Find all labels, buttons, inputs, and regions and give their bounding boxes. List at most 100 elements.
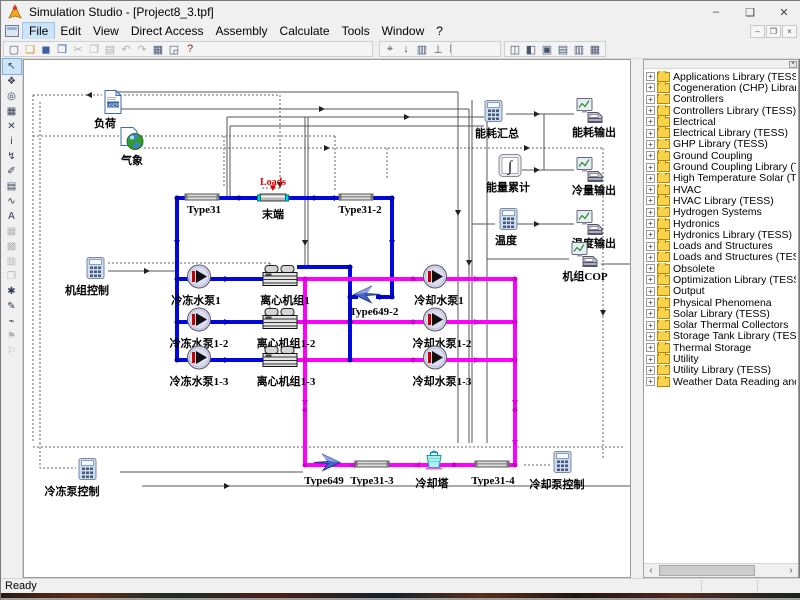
arrange-icon[interactable]: ▣: [539, 42, 555, 56]
tree-item-obsolete[interactable]: +Obsolete: [646, 263, 796, 274]
tree-item-hvac[interactable]: +HVAC: [646, 184, 796, 195]
menu-tools[interactable]: Tools: [336, 23, 376, 39]
cut-icon[interactable]: ✂: [70, 42, 86, 56]
link-tool[interactable]: ↯: [3, 149, 21, 164]
save-icon[interactable]: ◼: [38, 42, 54, 56]
expand-plus-icon[interactable]: +: [646, 174, 655, 183]
split-icon[interactable]: ▥: [571, 42, 587, 56]
print-icon[interactable]: ▦: [150, 42, 166, 56]
expand-plus-icon[interactable]: +: [646, 309, 655, 318]
info-tool[interactable]: i: [3, 134, 21, 149]
expand-plus-icon[interactable]: +: [646, 140, 655, 149]
layers-tool[interactable]: ▥: [3, 254, 21, 269]
component-cw-pump-1-3[interactable]: [421, 344, 449, 377]
tree-item-hydronics-library-tess[interactable]: +Hydronics Library (TESS): [646, 229, 796, 240]
gear-tool[interactable]: ✱: [3, 284, 21, 299]
expand-plus-icon[interactable]: +: [646, 366, 655, 375]
pen-tool[interactable]: ✎: [3, 299, 21, 314]
pan-tool[interactable]: ❖: [3, 74, 21, 89]
copy2-tool[interactable]: ❐: [3, 269, 21, 284]
save-all-icon[interactable]: ❒: [54, 42, 70, 56]
tree-item-solar-library-tess[interactable]: +Solar Library (TESS): [646, 308, 796, 319]
tree-item-high-temperature-solar-tess[interactable]: +High Temperature Solar (TESS): [646, 173, 796, 184]
expand-plus-icon[interactable]: +: [646, 95, 655, 104]
tree-item-weather-data-reading-and-process[interactable]: +Weather Data Reading and Process: [646, 376, 796, 387]
tree-item-utility[interactable]: +Utility: [646, 353, 796, 364]
tree-item-ground-coupling[interactable]: +Ground Coupling: [646, 150, 796, 161]
tree-item-ground-coupling-library-tess[interactable]: +Ground Coupling Library (TESS): [646, 161, 796, 172]
component-chw-pump-1[interactable]: [185, 263, 213, 296]
expand-plus-icon[interactable]: +: [646, 343, 655, 352]
delete-tool[interactable]: ✕: [3, 119, 21, 134]
menu-view[interactable]: View: [87, 23, 125, 39]
expand-plus-icon[interactable]: +: [646, 377, 655, 386]
expand-plus-icon[interactable]: +: [646, 219, 655, 228]
minimize-button[interactable]: –: [699, 1, 733, 23]
expand-plus-icon[interactable]: +: [646, 196, 655, 205]
stamp-tool[interactable]: ▤: [3, 179, 21, 194]
tree-item-electrical[interactable]: +Electrical: [646, 116, 796, 127]
expand-plus-icon[interactable]: +: [646, 117, 655, 126]
new-icon[interactable]: ▢: [6, 42, 22, 56]
component-chiller-1-2[interactable]: [261, 308, 299, 337]
mdi-close-button[interactable]: ×: [782, 25, 797, 38]
paste-icon[interactable]: ▤: [102, 42, 118, 56]
tree-item-controllers-library-tess[interactable]: +Controllers Library (TESS): [646, 105, 796, 116]
tree-item-applications-library-tess[interactable]: +Applications Library (TESS): [646, 71, 796, 82]
wrench-tool[interactable]: ✐: [3, 164, 21, 179]
menu-edit[interactable]: Edit: [54, 23, 87, 39]
close-button[interactable]: ✕: [767, 1, 800, 23]
menu-calculate[interactable]: Calculate: [274, 23, 336, 39]
tree-item-electrical-library-tess[interactable]: +Electrical Library (TESS): [646, 127, 796, 138]
mdi-restore-button[interactable]: ❐: [766, 25, 781, 38]
expand-plus-icon[interactable]: +: [646, 72, 655, 81]
menu-assembly[interactable]: Assembly: [210, 23, 274, 39]
anchor-icon[interactable]: ⊥: [430, 42, 446, 56]
scroll-right-icon[interactable]: ›: [784, 564, 798, 577]
component-cooling-tower[interactable]: [422, 449, 446, 476]
tree-item-physical-phenomena[interactable]: +Physical Phenomena: [646, 297, 796, 308]
link-tool-icon[interactable]: ⌖: [382, 42, 398, 56]
expand-plus-icon[interactable]: +: [646, 321, 655, 330]
tree-item-output[interactable]: +Output: [646, 286, 796, 297]
tree-item-loads-and-structures[interactable]: +Loads and Structures: [646, 240, 796, 251]
undo-icon[interactable]: ↶: [118, 42, 134, 56]
select-tool[interactable]: ↖: [3, 59, 21, 74]
tree-item-storage-tank-library-tess[interactable]: +Storage Tank Library (TESS): [646, 331, 796, 342]
menu-file[interactable]: File: [23, 23, 54, 39]
tree-item-optimization-library-tess[interactable]: +Optimization Library (TESS): [646, 274, 796, 285]
tree-item-solar-thermal-collectors[interactable]: +Solar Thermal Collectors: [646, 320, 796, 331]
tree-item-utility-library-tess[interactable]: +Utility Library (TESS): [646, 365, 796, 376]
zoom-tool[interactable]: ◎: [3, 89, 21, 104]
text-tool[interactable]: A: [3, 209, 21, 224]
tree-item-hvac-library-tess[interactable]: +HVAC Library (TESS): [646, 195, 796, 206]
expand-plus-icon[interactable]: +: [646, 208, 655, 217]
cascade-icon[interactable]: ◫: [507, 42, 523, 56]
expand-plus-icon[interactable]: +: [646, 264, 655, 273]
layout-icon[interactable]: ▤: [555, 42, 571, 56]
grid-tool[interactable]: ▦: [3, 224, 21, 239]
scroll-left-icon[interactable]: ‹: [644, 564, 658, 577]
component-pipe-type31-3[interactable]: [354, 456, 390, 474]
component-cw-pump-1[interactable]: [421, 263, 449, 296]
tree-item-controllers[interactable]: +Controllers: [646, 94, 796, 105]
library-hscrollbar[interactable]: ‹ ›: [644, 563, 798, 577]
mdi-minimize-button[interactable]: –: [750, 25, 765, 38]
grid2-tool[interactable]: ▩: [3, 239, 21, 254]
tree-item-thermal-storage[interactable]: +Thermal Storage: [646, 342, 796, 353]
expand-plus-icon[interactable]: +: [646, 129, 655, 138]
menu-direct-access[interactable]: Direct Access: [125, 23, 210, 39]
expand-plus-icon[interactable]: +: [646, 151, 655, 160]
help-icon[interactable]: ?: [182, 42, 198, 56]
expand-plus-icon[interactable]: +: [646, 242, 655, 251]
menu-window[interactable]: Window: [376, 23, 431, 39]
expand-plus-icon[interactable]: +: [646, 332, 655, 341]
redo-icon[interactable]: ↷: [134, 42, 150, 56]
expand-plus-icon[interactable]: +: [646, 185, 655, 194]
panel-close-icon[interactable]: ×: [789, 61, 797, 68]
expand-plus-icon[interactable]: +: [646, 253, 655, 262]
grid-icon[interactable]: ▦: [587, 42, 603, 56]
menu-?[interactable]: ?: [430, 23, 449, 39]
expand-plus-icon[interactable]: +: [646, 83, 655, 92]
run-tool[interactable]: ⌁: [3, 314, 21, 329]
